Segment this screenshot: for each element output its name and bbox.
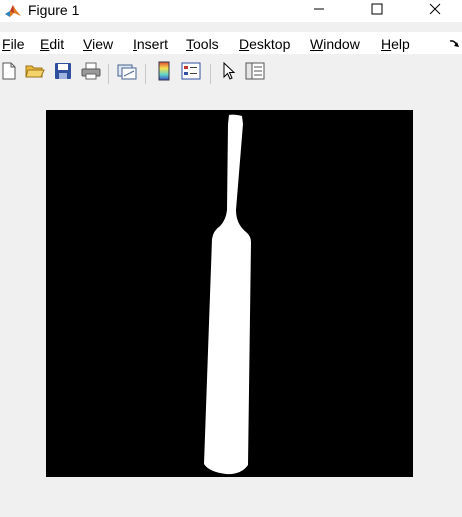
print-button[interactable]: [80, 62, 102, 84]
minimize-button[interactable]: [296, 0, 342, 22]
open-file-icon: [25, 62, 45, 85]
property-inspector-icon: [245, 62, 265, 85]
colorbar-button[interactable]: [153, 61, 175, 86]
link-plot-button[interactable]: [116, 62, 138, 84]
window-title: Figure 1: [28, 2, 80, 18]
minimize-icon: [313, 2, 325, 20]
title-bar: Figure 1: [0, 0, 462, 22]
matlab-icon[interactable]: [4, 2, 22, 20]
edit-plot-pointer-icon: [221, 61, 237, 85]
toolbar-separator: [108, 64, 109, 84]
toolbar-separator: [145, 64, 146, 84]
menu-insert[interactable]: Insert: [133, 35, 168, 53]
close-button[interactable]: [412, 0, 458, 22]
toolbar: [0, 58, 462, 88]
maximize-button[interactable]: [354, 0, 400, 22]
legend-button[interactable]: [180, 62, 202, 84]
toolbar-separator: [210, 64, 211, 84]
menu-tools[interactable]: Tools: [186, 35, 219, 53]
menu-help[interactable]: Help: [381, 35, 410, 53]
colorbar-icon: [157, 61, 171, 86]
menu-file[interactable]: File: [2, 35, 25, 53]
new-figure-button[interactable]: [0, 62, 20, 84]
print-icon: [81, 62, 101, 85]
binary-image: [46, 110, 413, 477]
legend-icon: [181, 62, 201, 85]
menu-edit[interactable]: Edit: [40, 35, 64, 53]
close-icon: [429, 2, 441, 20]
menu-view[interactable]: View: [83, 35, 113, 53]
figure-axes[interactable]: [46, 110, 413, 477]
property-inspector-button[interactable]: [244, 62, 266, 84]
edit-plot-button[interactable]: [218, 61, 240, 85]
menu-desktop[interactable]: Desktop: [239, 35, 290, 53]
menu-window[interactable]: Window: [310, 35, 360, 53]
save-icon: [54, 62, 72, 85]
dock-arrow-icon[interactable]: [448, 37, 460, 49]
figure-window: Figure 1 File Edit View Insert Tools Des…: [0, 0, 462, 517]
menu-bar: File Edit View Insert Tools Desktop Wind…: [0, 32, 462, 54]
save-button[interactable]: [52, 62, 74, 84]
open-file-button[interactable]: [24, 62, 46, 84]
maximize-icon: [371, 2, 383, 20]
link-plot-icon: [117, 62, 137, 85]
new-figure-icon: [0, 62, 18, 85]
